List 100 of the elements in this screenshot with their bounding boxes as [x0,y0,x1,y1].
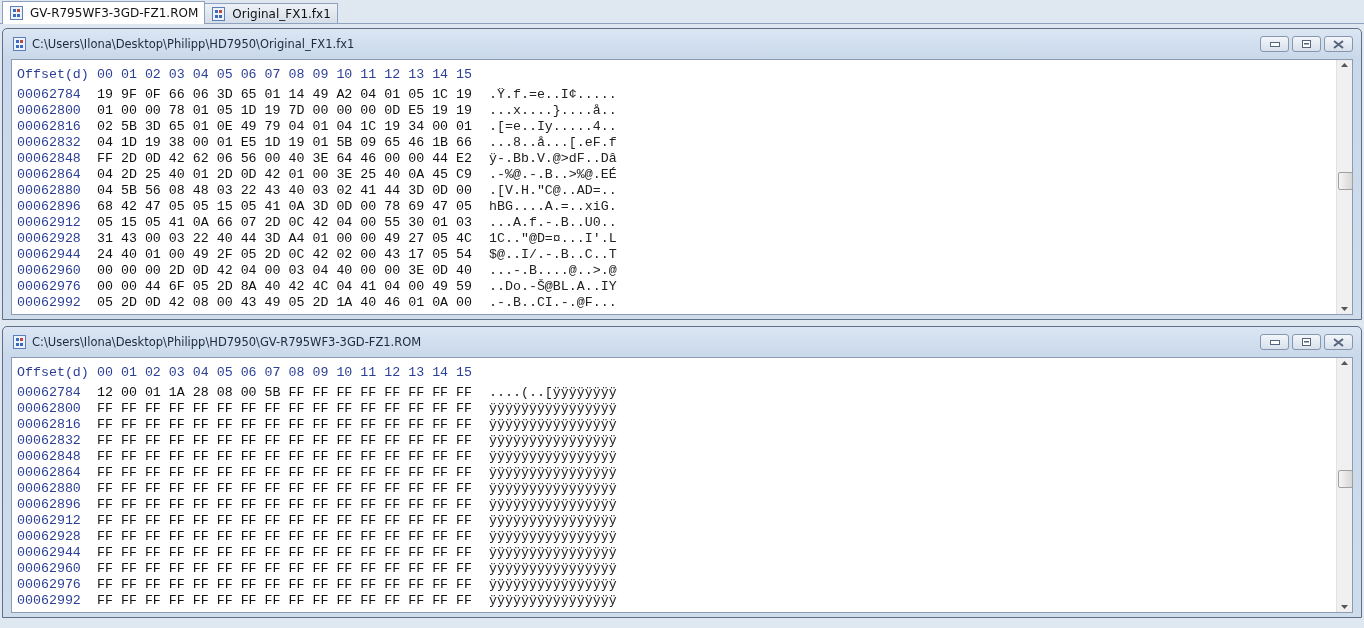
offset-cell-text: 00062848 [17,449,82,465]
offset-cell-text: 00062912 [17,513,82,529]
offset-cell-text: 00062832 [17,135,82,151]
ascii-text: .-%@.-.B..>%@.EÉ [489,167,617,183]
ascii-text: ÿÿÿÿÿÿÿÿÿÿÿÿÿÿÿÿ [489,577,617,593]
window-title: C:\Users\Ilona\Desktop\Philipp\HD7950\GV-R795WF3-3GD-FZ1.ROM [32,335,423,349]
offset-cell-text: 00062960 [17,263,82,279]
hex-bytes: FF FF FF FF FF FF FF FF FF FF FF FF FF FF FF FF [97,433,474,449]
offset-cell-text: 00062784 [17,385,82,401]
column-header: Offset(d) [17,67,90,83]
hex-bytes: 19 9F 0F 66 06 3D 65 01 14 49 A2 04 01 05 1C 19 [97,87,474,103]
hex-bytes: 05 15 05 41 0A 66 07 2D 0C 42 04 00 55 30 01 03 [97,215,474,231]
ascii-text: ÿÿÿÿÿÿÿÿÿÿÿÿÿÿÿÿ [489,401,617,417]
offset-cell-text: 00062960 [17,561,82,577]
hex-bytes: 68 42 47 05 05 15 05 41 0A 3D 0D 00 78 69 47 05 [97,199,474,215]
ascii-text: ...x....}....å.. [489,103,617,119]
offset-cell-text: 00062976 [17,279,82,295]
ascii-text: .[=e..Iy.....4.. [489,119,617,135]
offset-cell-text: 00062896 [17,199,82,215]
hex-bytes: 04 5B 56 08 48 03 22 43 40 03 02 41 44 3D 0D 00 [97,183,474,199]
restore-button[interactable] [1292,334,1321,350]
hex-bytes: FF FF FF FF FF FF FF FF FF FF FF FF FF FF FF FF [97,449,474,465]
ascii-text: ...-.B....@..>.@ [489,263,617,279]
offset-cell-text: 00062784 [17,87,82,103]
file-icon [10,6,23,20]
ascii-text: ....(..[ÿÿÿÿÿÿÿÿ [489,385,617,401]
offset-cell-text: 00062944 [17,545,82,561]
column-header: Offset(d) [17,365,90,381]
scrollbar-thumb[interactable] [1338,172,1353,190]
offset-cell-text: 00062992 [17,295,82,311]
offset-cell-text: 00062800 [17,103,82,119]
hex-bytes: 00 00 00 2D 0D 42 04 00 03 04 40 00 00 3E 0D 40 [97,263,474,279]
hex-bytes: 24 40 01 00 49 2F 05 2D 0C 42 02 00 43 17 05 54 [97,247,474,263]
ascii-text: ÿÿÿÿÿÿÿÿÿÿÿÿÿÿÿÿ [489,545,617,561]
ascii-text: ÿÿÿÿÿÿÿÿÿÿÿÿÿÿÿÿ [489,513,617,529]
offset-cell-text: 00062832 [17,433,82,449]
hex-bytes: 04 2D 25 40 01 2D 0D 42 01 00 3E 25 40 0A 45 C9 [97,167,474,183]
close-icon [1333,39,1344,49]
ascii-text: ...A.f.-.B..U0.. [489,215,617,231]
minimize-icon [1269,339,1280,345]
offset-cell-text: 00062912 [17,215,82,231]
ascii-text: hBG....A.=..xiG. [489,199,617,215]
scroll-up-icon[interactable] [1341,63,1348,67]
restore-icon [1302,40,1311,48]
ascii-text: ÿÿÿÿÿÿÿÿÿÿÿÿÿÿÿÿ [489,449,617,465]
scrollbar-thumb[interactable] [1338,470,1353,488]
hex-bytes: FF FF FF FF FF FF FF FF FF FF FF FF FF FF FF FF [97,497,474,513]
restore-icon [1302,338,1311,346]
hex-bytes: FF 2D 0D 42 62 06 56 00 40 3E 64 46 00 00 44 E2 [97,151,474,167]
column-header: 00 01 02 03 04 05 06 07 08 09 10 11 12 13 14 15 [97,365,474,381]
restore-button[interactable] [1292,36,1321,52]
hex-bytes: FF FF FF FF FF FF FF FF FF FF FF FF FF FF FF FF [97,529,474,545]
minimize-button[interactable] [1260,36,1289,52]
scroll-down-icon[interactable] [1341,307,1348,311]
ascii-text: .[V.H."C@..AD=.. [489,183,617,199]
ascii-text: ÿÿÿÿÿÿÿÿÿÿÿÿÿÿÿÿ [489,529,617,545]
hex-bytes: FF FF FF FF FF FF FF FF FF FF FF FF FF FF FF FF [97,481,474,497]
offset-cell-text: 00062816 [17,417,82,433]
offset-cell-text: 00062864 [17,167,82,183]
hex-bytes: 05 2D 0D 42 08 00 43 49 05 2D 1A 40 46 01 0A 00 [97,295,474,311]
window-title: C:\Users\Ilona\Desktop\Philipp\HD7950\Original_FX1.fx1 [32,37,356,51]
ascii-text: ÿÿÿÿÿÿÿÿÿÿÿÿÿÿÿÿ [489,417,617,433]
offset-cell-text: 00062992 [17,593,82,609]
hex-bytes: FF FF FF FF FF FF FF FF FF FF FF FF FF FF FF FF [97,401,474,417]
ascii-text: ...8..å...[.eF.f [489,135,617,151]
file-tab[interactable]: GV-R795WF3-3GD-FZ1.ROM [2,1,206,24]
scroll-down-icon[interactable] [1341,605,1348,609]
close-icon [1333,337,1344,347]
hex-bytes: FF FF FF FF FF FF FF FF FF FF FF FF FF FF FF FF [97,545,474,561]
ascii-text: ÿÿÿÿÿÿÿÿÿÿÿÿÿÿÿÿ [489,465,617,481]
offset-cell-text: 00062864 [17,465,82,481]
ascii-text: ..Do.-Š@BL.A..IY [489,279,617,295]
ascii-text: ÿÿÿÿÿÿÿÿÿÿÿÿÿÿÿÿ [489,593,617,609]
ascii-text: $@..I/.-.B..C..T [489,247,617,263]
scroll-up-icon[interactable] [1341,361,1348,365]
hex-bytes: FF FF FF FF FF FF FF FF FF FF FF FF FF FF FF FF [97,593,474,609]
file-tab[interactable]: Original_FX1.fx1 [204,3,338,23]
offset-cell-text: 00062944 [17,247,82,263]
hex-bytes: FF FF FF FF FF FF FF FF FF FF FF FF FF FF FF FF [97,465,474,481]
ascii-text: 1C.."@D=¤...I'.L [489,231,617,247]
minimize-button[interactable] [1260,334,1289,350]
close-button[interactable] [1324,36,1353,52]
file-icon [13,335,26,349]
offset-cell-text: 00062976 [17,577,82,593]
ascii-text: ÿÿÿÿÿÿÿÿÿÿÿÿÿÿÿÿ [489,561,617,577]
column-header: 00 01 02 03 04 05 06 07 08 09 10 11 12 13 14 15 [97,67,474,83]
ascii-text: ÿÿÿÿÿÿÿÿÿÿÿÿÿÿÿÿ [489,497,617,513]
scrollbar[interactable] [1336,60,1352,314]
minimize-icon [1269,41,1280,47]
hex-bytes: 00 00 44 6F 05 2D 8A 40 42 4C 04 41 04 00 49 59 [97,279,474,295]
offset-cell-text: 00062928 [17,231,82,247]
hex-bytes: 02 5B 3D 65 01 0E 49 79 04 01 04 1C 19 34 00 01 [97,119,474,135]
offset-cell-text: 00062880 [17,183,82,199]
scrollbar[interactable] [1336,358,1352,612]
close-button[interactable] [1324,334,1353,350]
hex-bytes: FF FF FF FF FF FF FF FF FF FF FF FF FF FF FF FF [97,577,474,593]
ascii-text: .Ÿ.f.=e..I¢..... [489,87,617,103]
hex-bytes: FF FF FF FF FF FF FF FF FF FF FF FF FF FF FF FF [97,561,474,577]
ascii-text: ÿ-.Bb.V.@>dF..Dâ [489,151,617,167]
hex-bytes: FF FF FF FF FF FF FF FF FF FF FF FF FF FF FF FF [97,513,474,529]
